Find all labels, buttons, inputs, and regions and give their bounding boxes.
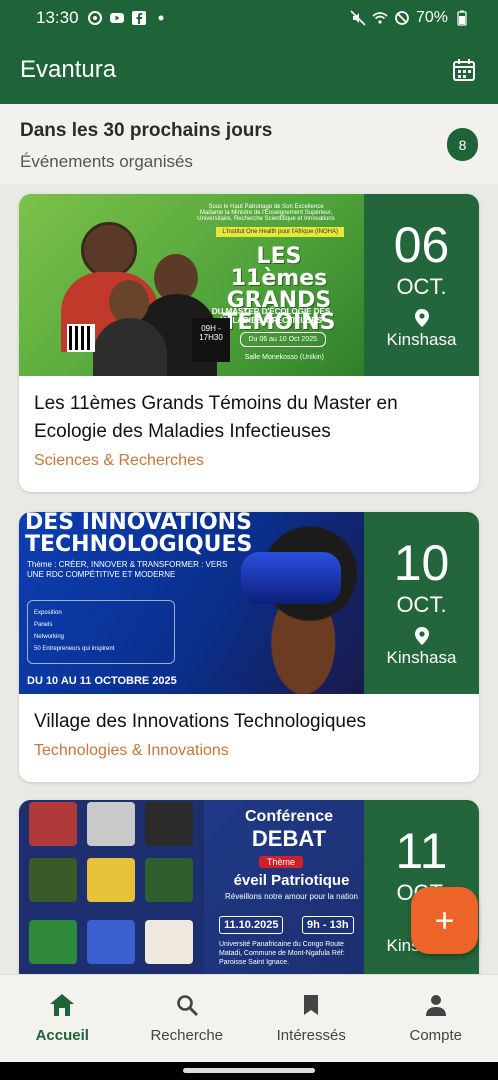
- event-category: Technologies & Innovations: [34, 742, 229, 759]
- poster-title-2: DEBAT: [251, 826, 327, 851]
- bottom-navigation: Accueil Recherche Intéressés Compte: [0, 974, 498, 1062]
- nav-label: Compte: [409, 1027, 463, 1044]
- event-month: OCT.: [396, 274, 447, 299]
- plus-icon: +: [434, 901, 455, 940]
- nav-item-compte[interactable]: Compte: [374, 975, 498, 1062]
- speaker-photo: [145, 858, 193, 902]
- calendar-icon: [453, 59, 475, 81]
- dnd-icon: [395, 11, 409, 25]
- summary-title: Dans les 30 prochains jours: [20, 120, 273, 141]
- poster-tagline: Réveillons notre amour pour la nation: [225, 892, 358, 901]
- qr-code-icon: [67, 324, 95, 352]
- nav-item-accueil[interactable]: Accueil: [0, 975, 125, 1062]
- event-day: 11: [395, 823, 448, 879]
- poster-theme: Thème : CRÉER, INNOVER & TRANSFORMER : V…: [27, 560, 228, 579]
- event-poster-image: Sous le Haut Patronage de Son Excellence…: [19, 194, 364, 376]
- event-date-panel: 06 OCT. Kinshasa: [364, 194, 479, 376]
- event-category: Sciences & Recherches: [34, 452, 204, 469]
- event-title: Les 11èmes Grands Témoins du Master en E…: [34, 393, 398, 442]
- speaker-photo: [145, 802, 193, 846]
- poster-title: Conférence: [244, 808, 334, 825]
- location-pin-icon: [414, 627, 429, 645]
- speaker-photo: [29, 802, 77, 846]
- poster-dates: DU 10 AU 11 OCTOBRE 2025: [27, 675, 177, 687]
- nav-item-interesses[interactable]: Intéressés: [249, 975, 374, 1062]
- poster-person-image: [229, 522, 364, 694]
- gesture-handle[interactable]: [183, 1068, 315, 1073]
- activity-item: Panels: [34, 622, 53, 628]
- summary-subtitle: Événements organisés: [20, 152, 193, 171]
- activity-item: 50 Entrepreneurs qui inspirent: [34, 646, 115, 652]
- poster-dates: Du 06 au 10 Oct 2025: [239, 332, 326, 347]
- poster-date: 11.10.2025: [219, 916, 284, 934]
- speaker-photo: [87, 858, 135, 902]
- vr-headset-icon: [241, 552, 341, 604]
- event-card[interactable]: Sous le Haut Patronage de Son Excellence…: [19, 194, 479, 492]
- activity-item: Exposition: [34, 610, 62, 616]
- search-icon: [176, 995, 198, 1017]
- poster-time: 09H - 17H30: [192, 318, 230, 362]
- youtube-icon: [109, 13, 124, 23]
- poster-venue: Université Panafricaine du Congo Route M…: [219, 941, 345, 966]
- speaker-photo: [29, 920, 77, 964]
- poster-theme-badge: Thème: [259, 856, 304, 868]
- poster-hours: 9h - 13h: [302, 916, 354, 934]
- app-title: Evantura: [20, 56, 117, 83]
- event-day: 10: [393, 535, 450, 591]
- poster-subject: éveil Patriotique: [233, 872, 350, 889]
- speaker-photo: [87, 802, 135, 846]
- poster-speakers-grid: [19, 800, 204, 974]
- event-count-badge: 8: [447, 128, 478, 161]
- status-bar: 13:30 70%: [0, 0, 498, 36]
- add-event-button[interactable]: +: [411, 887, 478, 954]
- nav-item-recherche[interactable]: Recherche: [125, 975, 250, 1062]
- event-poster-image: Conférence DEBAT Thème éveil Patriotique…: [19, 800, 364, 974]
- event-city: Kinshasa: [386, 648, 457, 667]
- gesture-bar: [0, 1062, 498, 1080]
- event-day: 06: [393, 217, 450, 273]
- event-list[interactable]: Sous le Haut Patronage de Son Excellence…: [0, 184, 498, 974]
- location-pin-icon: [414, 309, 429, 327]
- activity-item: Networking: [34, 634, 65, 640]
- poster-header-text: Sous le Haut Patronage de Son Excellence…: [197, 204, 335, 222]
- dot-icon: [158, 15, 164, 21]
- status-time: 13:30: [36, 8, 79, 27]
- event-card[interactable]: DES INNOVATIONS TECHNOLOGIQUES Thème : C…: [19, 512, 479, 782]
- wifi-icon: [372, 12, 388, 24]
- mute-icon: [350, 10, 366, 26]
- speaker-photo: [145, 920, 193, 964]
- person-icon: [425, 995, 446, 1016]
- poster-org-badge: L'Institut One Health pour l'Afrique (IN…: [216, 227, 344, 237]
- battery-icon: [457, 10, 467, 26]
- event-month: OCT.: [396, 592, 447, 617]
- event-title: Village des Innovations Technologiques: [34, 711, 367, 732]
- aperture-icon: [87, 11, 102, 25]
- portrait-1: [81, 222, 137, 278]
- nav-label: Recherche: [150, 1027, 224, 1044]
- speaker-photo: [29, 858, 77, 902]
- event-card[interactable]: Conférence DEBAT Thème éveil Patriotique…: [19, 800, 479, 974]
- speaker-photo: [87, 920, 135, 964]
- bookmark-icon: [304, 995, 319, 1015]
- battery-percent: 70%: [415, 9, 448, 26]
- facebook-icon: [131, 11, 146, 25]
- nav-label: Intéressés: [276, 1027, 346, 1044]
- poster-venue: Salle Monekosso (Unikin): [244, 354, 324, 361]
- home-icon: [50, 994, 75, 1016]
- event-date-panel: 10 OCT. Kinshasa: [364, 512, 479, 694]
- app-bar: Evantura: [0, 36, 498, 104]
- calendar-button[interactable]: [450, 56, 478, 84]
- poster-activities: Exposition Panels Networking 50 Entrepre…: [27, 600, 175, 664]
- event-poster-image: DES INNOVATIONS TECHNOLOGIQUES Thème : C…: [19, 512, 364, 694]
- summary-header: Dans les 30 prochains jours Événements o…: [0, 104, 498, 184]
- event-city: Kinshasa: [386, 330, 457, 349]
- nav-label: Accueil: [35, 1027, 89, 1044]
